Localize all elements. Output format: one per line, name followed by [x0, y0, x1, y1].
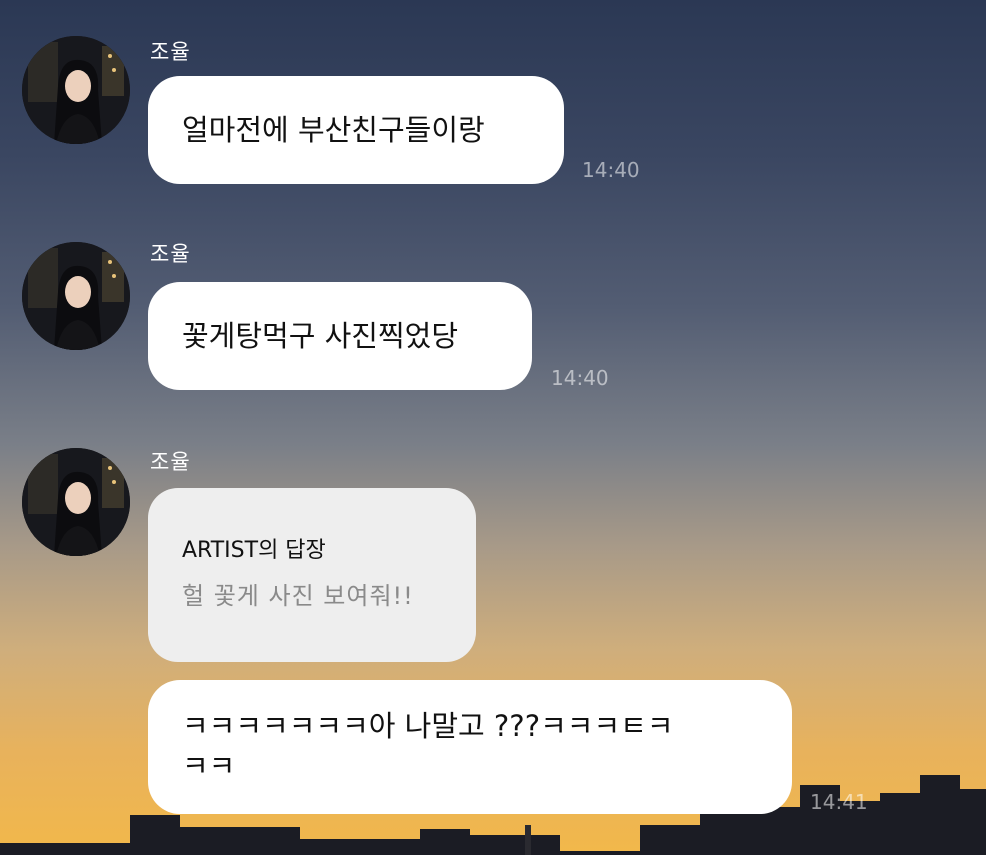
sender-name: 조율 [150, 40, 191, 64]
sender-name: 조율 [150, 450, 191, 474]
artist-reply-quote[interactable]: ARTIST의 답장 헐 꽃게 사진 보여줘!! [148, 488, 476, 662]
message-time: 14:41 [810, 790, 868, 814]
message-bubble[interactable]: 꽃게탕먹구 사진찍었당 [148, 282, 532, 390]
sender-avatar[interactable] [22, 242, 130, 350]
message-time: 14:40 [551, 366, 609, 390]
message-bubble[interactable]: 얼마전에 부산친구들이랑 [148, 76, 564, 184]
message-time: 14:40 [582, 158, 640, 182]
message-text: 꽃게탕먹구 사진찍었당 [182, 319, 459, 353]
message-text-line: ㅋㅋ [182, 749, 236, 783]
sender-avatar[interactable] [22, 448, 130, 556]
message-text: 얼마전에 부산친구들이랑 [182, 113, 485, 147]
message-text-line: ㅋㅋㅋㅋㅋㅋㅋ아 나말고 ???ㅋㅋㅋㅌㅋ [182, 709, 674, 743]
sender-name: 조율 [150, 242, 191, 266]
reply-text: 헐 꽃게 사진 보여줘!! [182, 582, 414, 610]
reply-title: ARTIST의 답장 [182, 538, 326, 563]
sender-avatar[interactable] [22, 36, 130, 144]
message-bubble[interactable]: ㅋㅋㅋㅋㅋㅋㅋ아 나말고 ???ㅋㅋㅋㅌㅋ ㅋㅋ [148, 680, 792, 814]
chat-screen: 조율 얼마전에 부산친구들이랑 14:40 조율 꽃게탕먹구 사진찍었당 14:… [0, 0, 986, 855]
